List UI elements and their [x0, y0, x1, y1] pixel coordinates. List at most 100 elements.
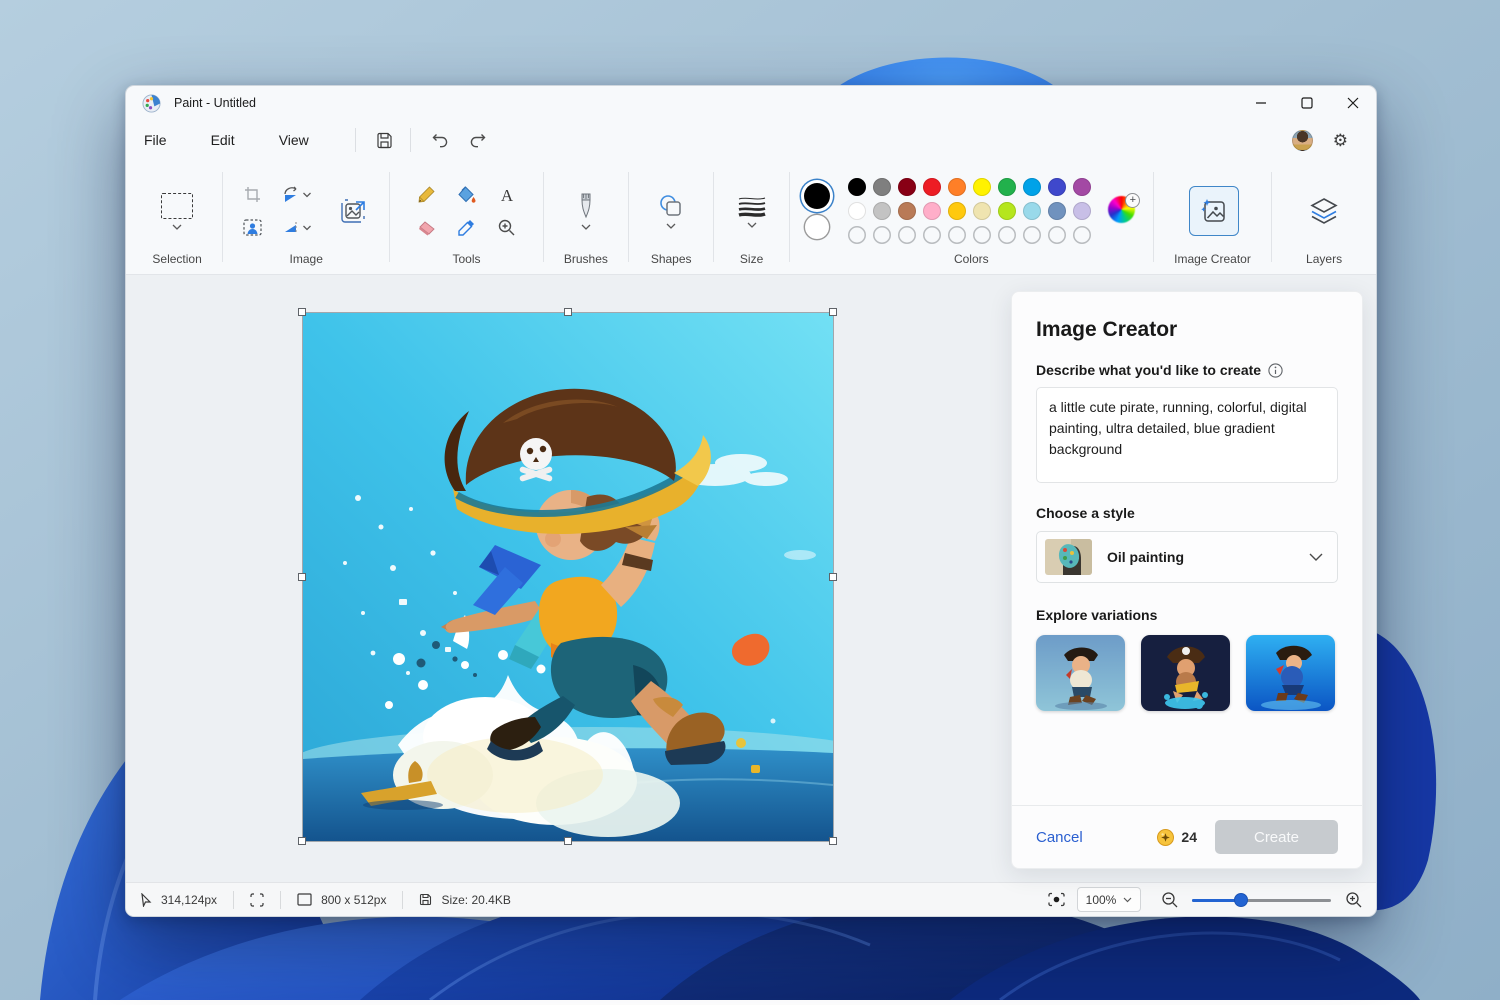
color-swatch[interactable] — [948, 202, 966, 220]
color-swatch[interactable] — [848, 178, 866, 196]
chevron-down-icon[interactable] — [172, 224, 182, 230]
color-swatch[interactable] — [998, 178, 1016, 196]
text-tool[interactable]: A — [498, 186, 516, 204]
color-swatch[interactable] — [848, 202, 866, 220]
section-layers: Layers — [1276, 160, 1372, 274]
color-swatch[interactable] — [923, 202, 941, 220]
color-swatch[interactable] — [898, 202, 916, 220]
magnifier-tool[interactable] — [497, 218, 516, 237]
chevron-down-icon[interactable] — [747, 222, 757, 228]
pencil-tool[interactable] — [417, 185, 436, 204]
cancel-button[interactable]: Cancel — [1036, 829, 1083, 846]
empty-color-slot[interactable] — [873, 226, 891, 244]
info-icon[interactable] — [1268, 363, 1283, 378]
image-creator-button[interactable] — [1189, 186, 1239, 236]
empty-color-slot[interactable] — [1048, 226, 1066, 244]
color-swatch[interactable] — [873, 202, 891, 220]
zoom-in-icon[interactable] — [1345, 891, 1362, 908]
empty-color-slot[interactable] — [948, 226, 966, 244]
fill-tool[interactable] — [457, 185, 477, 204]
panel-title: Image Creator — [1036, 318, 1338, 342]
color-picker-tool[interactable] — [457, 218, 476, 237]
cursor-position: 314,124px — [140, 893, 217, 907]
canvas[interactable] — [303, 313, 833, 841]
color-swatch[interactable] — [873, 178, 891, 196]
background-color-swatch[interactable] — [805, 215, 829, 239]
color-swatch[interactable] — [973, 178, 991, 196]
color-swatch[interactable] — [1023, 178, 1041, 196]
zoom-level-dropdown[interactable]: 100% — [1077, 887, 1141, 912]
divider — [402, 891, 403, 909]
flip-button[interactable] — [282, 219, 312, 236]
slider-thumb[interactable] — [1234, 893, 1248, 907]
color-swatch[interactable] — [1048, 202, 1066, 220]
line-size-icon — [737, 195, 767, 217]
edit-colors-button[interactable]: + — [1108, 196, 1138, 226]
create-button[interactable]: Create — [1215, 820, 1338, 854]
empty-color-slot[interactable] — [848, 226, 866, 244]
undo-button[interactable] — [425, 126, 455, 154]
fit-to-screen-icon[interactable] — [1048, 892, 1065, 907]
selection-handle[interactable] — [564, 837, 572, 845]
menu-edit[interactable]: Edit — [211, 126, 235, 154]
variation-thumbnail-1[interactable] — [1036, 635, 1125, 711]
minimize-button[interactable] — [1238, 86, 1284, 120]
plus-icon: + — [1125, 193, 1140, 208]
shapes-button[interactable] — [658, 194, 684, 229]
chevron-down-icon[interactable] — [581, 224, 591, 230]
empty-color-slot[interactable] — [923, 226, 941, 244]
chevron-down-icon[interactable] — [666, 223, 676, 229]
empty-color-slot[interactable] — [898, 226, 916, 244]
close-button[interactable] — [1330, 86, 1376, 120]
menu-file[interactable]: File — [144, 126, 167, 154]
menu-view[interactable]: View — [279, 126, 309, 154]
empty-color-slot[interactable] — [1023, 226, 1041, 244]
prompt-input[interactable]: a little cute pirate, running, colorful,… — [1036, 387, 1338, 483]
section-image: Image — [227, 160, 385, 274]
menu-bar: File Edit View ⚙ — [126, 120, 1376, 160]
empty-color-slot[interactable] — [973, 226, 991, 244]
divider — [389, 172, 390, 262]
zoom-slider[interactable] — [1192, 893, 1331, 907]
color-swatch[interactable] — [948, 178, 966, 196]
background-removal-button[interactable] — [243, 219, 262, 236]
style-dropdown[interactable]: Oil painting — [1036, 531, 1338, 583]
section-colors: + Colors — [794, 160, 1149, 274]
eraser-tool[interactable] — [417, 219, 437, 237]
color-swatch[interactable] — [1023, 202, 1041, 220]
resize-image-button[interactable] — [329, 187, 377, 235]
account-avatar[interactable] — [1292, 130, 1313, 151]
zoom-out-icon[interactable] — [1161, 891, 1178, 908]
size-button[interactable] — [737, 195, 767, 228]
color-swatch[interactable] — [1073, 202, 1091, 220]
selection-handle[interactable] — [829, 837, 837, 845]
selection-tool[interactable] — [161, 193, 193, 230]
layers-button[interactable] — [1302, 189, 1346, 233]
brushes-button[interactable] — [577, 193, 595, 230]
empty-color-slot[interactable] — [998, 226, 1016, 244]
selection-handle[interactable] — [298, 573, 306, 581]
divider — [355, 128, 356, 152]
color-swatch[interactable] — [898, 178, 916, 196]
variation-thumbnail-2[interactable] — [1141, 635, 1230, 711]
selection-handle[interactable] — [829, 573, 837, 581]
variation-thumbnail-3[interactable] — [1246, 635, 1335, 711]
empty-color-slot[interactable] — [1073, 226, 1091, 244]
save-button[interactable] — [370, 126, 400, 154]
selection-handle[interactable] — [298, 308, 306, 316]
chevron-down-icon — [1309, 553, 1323, 561]
color-swatch[interactable] — [1048, 178, 1066, 196]
crop-button[interactable] — [244, 186, 261, 203]
selection-handle[interactable] — [564, 308, 572, 316]
color-swatch[interactable] — [998, 202, 1016, 220]
color-swatch[interactable] — [923, 178, 941, 196]
settings-gear-icon[interactable]: ⚙ — [1333, 132, 1348, 149]
color-swatch[interactable] — [1073, 178, 1091, 196]
rotate-button[interactable] — [282, 186, 312, 203]
color-swatch[interactable] — [973, 202, 991, 220]
maximize-button[interactable] — [1284, 86, 1330, 120]
foreground-color-swatch[interactable] — [804, 183, 830, 209]
selection-handle[interactable] — [829, 308, 837, 316]
redo-button[interactable] — [463, 126, 493, 154]
selection-handle[interactable] — [298, 837, 306, 845]
